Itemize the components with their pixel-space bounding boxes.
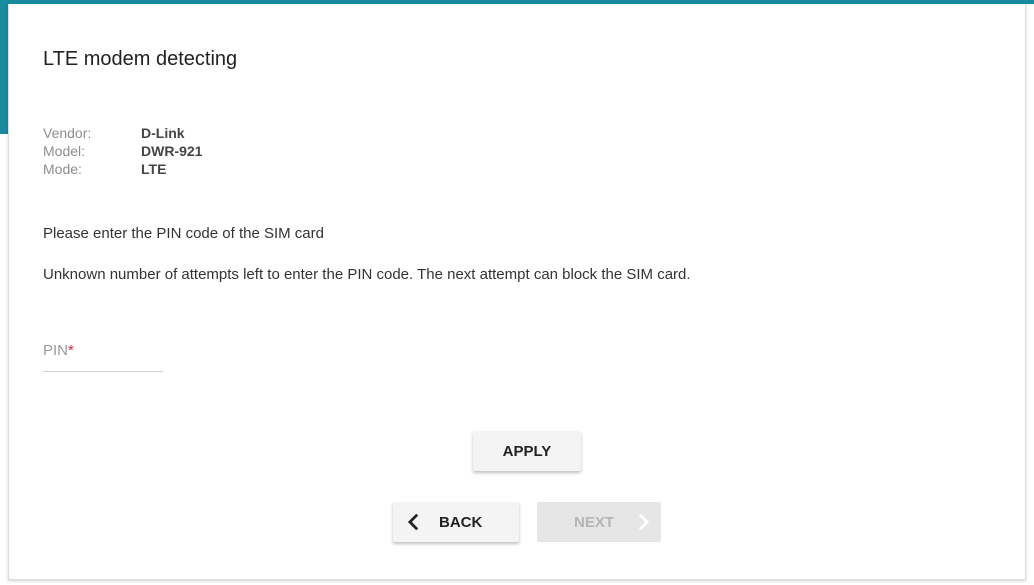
apply-button[interactable]: APPLY	[473, 431, 581, 471]
attempts-warning: Unknown number of attempts left to enter…	[43, 266, 691, 283]
back-button[interactable]: BACK	[393, 502, 519, 542]
info-row-model: Model: DWR-921	[43, 142, 202, 160]
model-value: DWR-921	[141, 143, 203, 159]
wizard-panel: LTE modem detecting Vendor: D-Link Model…	[8, 4, 1026, 580]
page-title: LTE modem detecting	[43, 48, 238, 70]
mode-label: Mode:	[43, 161, 82, 177]
next-button[interactable]: NEXT	[537, 502, 661, 542]
modem-info: Vendor: D-Link Model: DWR-921 Mode: LTE	[43, 124, 202, 178]
accent-bar	[0, 4, 8, 134]
chevron-left-icon	[407, 513, 419, 531]
model-label: Model:	[43, 143, 86, 159]
mode-value: LTE	[141, 161, 167, 177]
chevron-right-icon	[638, 513, 650, 531]
enter-pin-message: Please enter the PIN code of the SIM car…	[43, 225, 324, 242]
vendor-value: D-Link	[141, 125, 185, 141]
wizard-frame: LTE modem detecting Vendor: D-Link Model…	[0, 0, 1034, 585]
next-label: NEXT	[574, 513, 615, 531]
pin-input[interactable]	[43, 337, 167, 373]
info-row-mode: Mode: LTE	[43, 160, 202, 178]
pin-field[interactable]: PIN*	[43, 337, 167, 373]
info-row-vendor: Vendor: D-Link	[43, 124, 202, 142]
back-label: BACK	[439, 513, 483, 531]
vendor-label: Vendor:	[43, 125, 92, 141]
